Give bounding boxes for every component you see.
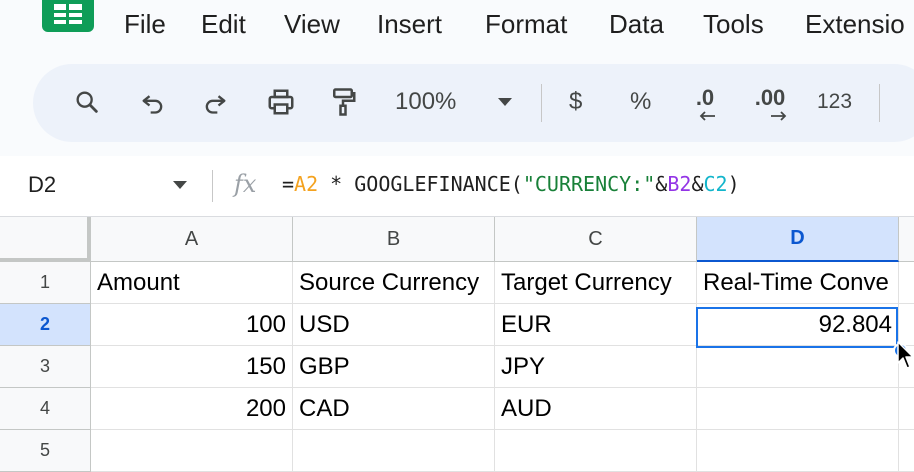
- menu-bar: File Edit View Insert Format Data Tools …: [0, 0, 914, 52]
- cell-e5[interactable]: [899, 430, 914, 472]
- formula-ref-c2: C2: [703, 172, 728, 196]
- decrease-decimals-button[interactable]: .0: [683, 84, 727, 121]
- formula-string: "CURRENCY:": [522, 172, 656, 196]
- row-header-2[interactable]: 2: [0, 304, 91, 346]
- sheets-logo-icon[interactable]: [42, 0, 94, 32]
- formula-part: * GOOGLEFINANCE(: [318, 172, 523, 196]
- column-header-b[interactable]: B: [293, 217, 495, 262]
- cell-c3[interactable]: JPY: [495, 346, 697, 388]
- currency-format-button[interactable]: $: [569, 88, 582, 116]
- formula-bar-divider: [212, 170, 213, 202]
- percent-format-button[interactable]: %: [630, 88, 651, 116]
- arrow-left-icon: [699, 111, 715, 121]
- cell-e4[interactable]: [899, 388, 914, 430]
- select-all-corner[interactable]: [0, 217, 91, 262]
- menu-format[interactable]: Format: [485, 9, 567, 40]
- row-header-5[interactable]: 5: [0, 430, 91, 472]
- menu-extensions[interactable]: Extensio: [805, 9, 905, 40]
- cell-c5[interactable]: [495, 430, 697, 472]
- menu-data[interactable]: Data: [609, 9, 664, 40]
- toolbar-divider: [541, 84, 542, 122]
- cell-e1[interactable]: [899, 262, 914, 304]
- cell-a3[interactable]: 150: [91, 346, 293, 388]
- mouse-pointer-icon: [897, 341, 914, 369]
- redo-icon[interactable]: [197, 84, 233, 120]
- menu-file[interactable]: File: [124, 9, 166, 40]
- cell-a4[interactable]: 200: [91, 388, 293, 430]
- formula-input[interactable]: =A2 * GOOGLEFINANCE("CURRENCY:"&B2&C2): [282, 172, 740, 196]
- formula-part: ): [727, 172, 740, 196]
- toolbar: 100% $ % .0 .00 123: [33, 64, 914, 142]
- increase-decimals-label: .00: [754, 85, 786, 110]
- menu-tools[interactable]: Tools: [703, 9, 764, 40]
- cell-b3[interactable]: GBP: [293, 346, 495, 388]
- cell-b2[interactable]: USD: [293, 304, 495, 346]
- decrease-decimals-label: .0: [695, 85, 715, 110]
- cell-b5[interactable]: [293, 430, 495, 472]
- cell-a2[interactable]: 100: [91, 304, 293, 346]
- cell-d5[interactable]: [697, 430, 899, 472]
- menu-insert[interactable]: Insert: [377, 9, 442, 40]
- formula-bar: D2 fx =A2 * GOOGLEFINANCE("CURRENCY:"&B2…: [0, 156, 914, 217]
- number-format-button[interactable]: 123: [817, 90, 852, 114]
- row-header-1[interactable]: 1: [0, 262, 91, 304]
- print-icon[interactable]: [263, 84, 299, 120]
- cell-d1[interactable]: Real-Time Conve: [697, 262, 899, 304]
- chevron-down-icon[interactable]: [487, 84, 523, 120]
- toolbar-divider: [879, 84, 880, 122]
- search-icon[interactable]: [69, 84, 105, 120]
- undo-icon[interactable]: [135, 84, 171, 120]
- cell-a1[interactable]: Amount: [91, 262, 293, 304]
- cell-b4[interactable]: CAD: [293, 388, 495, 430]
- cell-d4[interactable]: [697, 388, 899, 430]
- row-header-3[interactable]: 3: [0, 346, 91, 388]
- formula-ref-b2: B2: [667, 172, 692, 196]
- column-header-a[interactable]: A: [91, 217, 293, 262]
- zoom-value[interactable]: 100%: [395, 88, 456, 116]
- column-header-d[interactable]: D: [697, 217, 899, 262]
- cell-a5[interactable]: [91, 430, 293, 472]
- cell-c2[interactable]: EUR: [495, 304, 697, 346]
- fx-icon: fx: [234, 170, 257, 198]
- arrow-right-icon: [771, 111, 787, 121]
- cell-c1[interactable]: Target Currency: [495, 262, 697, 304]
- formula-ref-a2: A2: [294, 172, 319, 196]
- name-box-chevron-down-icon[interactable]: [172, 180, 188, 190]
- column-header-e[interactable]: [899, 217, 914, 262]
- menu-edit[interactable]: Edit: [201, 9, 246, 40]
- increase-decimals-button[interactable]: .00: [745, 84, 795, 121]
- formula-part: &: [655, 172, 668, 196]
- spreadsheet-grid: A B C D 1 2 3 4 5 Amount Source Currency…: [0, 217, 914, 472]
- menu-view[interactable]: View: [284, 9, 340, 40]
- toolbar-area: 100% $ % .0 .00 123: [0, 52, 914, 156]
- column-header-c[interactable]: C: [495, 217, 697, 262]
- paint-format-icon[interactable]: [325, 84, 361, 120]
- cell-c4[interactable]: AUD: [495, 388, 697, 430]
- formula-part: &: [691, 172, 704, 196]
- cell-d3[interactable]: [697, 346, 899, 388]
- row-header-4[interactable]: 4: [0, 388, 91, 430]
- cell-e2[interactable]: [899, 304, 914, 346]
- name-box[interactable]: D2: [28, 172, 56, 198]
- cell-b1[interactable]: Source Currency: [293, 262, 495, 304]
- cell-d2[interactable]: 92.804: [697, 304, 899, 346]
- formula-part: =: [282, 172, 295, 196]
